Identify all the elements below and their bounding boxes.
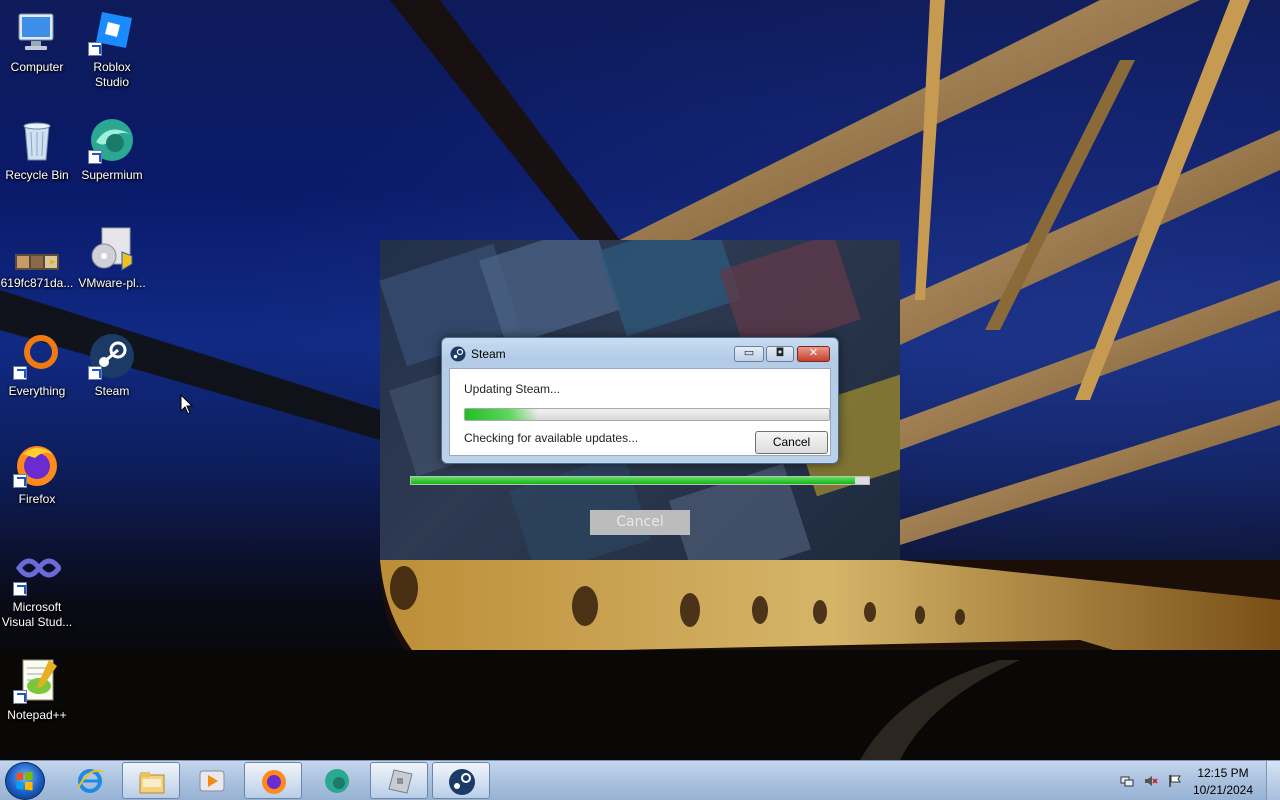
desktop-icon-label: Steam [94,384,130,398]
steam-icon [450,346,466,362]
roblox-studio-icon [88,8,136,56]
close-button[interactable]: ✕ [797,346,830,362]
desktop-icon-firefox[interactable]: Firefox [0,434,74,507]
taskbar: 12:15 PM 10/21/2024 [0,760,1280,800]
action-center-flag-icon[interactable] [1168,774,1182,788]
desktop-icon-label: VMware-pl... [78,276,146,290]
close-icon: ✕ [808,346,819,359]
show-desktop-button[interactable] [1266,761,1280,800]
shortcut-arrow-icon [88,366,102,380]
desktop-icon-image-file[interactable]: 619fc871da... [0,218,74,291]
desktop-icon-label: Notepad++ [7,708,67,722]
vmware-installer-icon [88,224,136,272]
steam-icon [449,769,475,795]
taskbar-internet-explorer[interactable] [61,762,119,799]
firefox-icon [262,770,286,794]
everything-search-icon [13,332,61,380]
taskbar-roblox[interactable] [370,762,428,799]
desktop-icon-vmware[interactable]: VMware-pl... [75,218,149,291]
desktop-icon-steam[interactable]: Steam [75,326,149,399]
desktop-icon-label: Recycle Bin [5,168,69,182]
taskbar-steam[interactable] [432,762,490,799]
minimize-button[interactable]: ▭ [734,346,764,362]
shortcut-arrow-icon [13,690,27,704]
taskbar-file-explorer[interactable] [122,762,180,799]
desktop-icon-label: Roblox Studio [93,60,131,89]
update-progress-bar [464,408,830,421]
network-icon[interactable] [1120,774,1134,788]
shortcut-arrow-icon [88,42,102,56]
dialog-content: Updating Steam... Checking for available… [449,368,831,456]
shortcut-arrow-icon [13,474,27,488]
mouse-cursor-icon [180,394,194,415]
desktop-icon-visual-studio[interactable]: Microsoft Visual Stud... [0,542,74,630]
shortcut-arrow-icon [88,150,102,164]
media-player-icon [199,770,225,792]
update-detail-label: Checking for available updates... [464,431,639,445]
desktop-icon-label: Microsoft Visual Stud... [1,600,73,629]
taskbar-firefox[interactable] [244,762,302,799]
notepad-plus-plus-icon [13,656,61,704]
maximize-button[interactable]: ◘ [766,346,794,362]
system-tray: 12:15 PM 10/21/2024 [1120,761,1280,800]
desktop-icon-supermium[interactable]: Supermium [75,110,149,183]
update-progress-fill [465,409,538,420]
clock-time[interactable]: 12:15 PM [1188,766,1258,780]
desktop-icon-label: Everything [8,384,66,398]
supermium-icon [88,116,136,164]
internet-explorer-icon [77,769,104,793]
roblox-icon [388,769,413,794]
image-file-icon [13,224,61,272]
steam-icon [88,332,136,380]
desktop-icon-computer[interactable]: Computer [0,2,74,75]
maximize-icon: ◘ [775,346,785,359]
recycle-bin-icon [13,116,61,164]
supermium-icon [325,769,349,793]
desktop-icon-label: Computer [10,60,64,74]
taskbar-media-player[interactable] [183,762,241,799]
desktop-icon-label: Supermium [81,168,143,182]
shortcut-arrow-icon [13,366,27,380]
splash-progress-fill [411,477,856,484]
desktop-icon-everything[interactable]: Everything [0,326,74,399]
steam-update-dialog: Steam ▭ ◘ ✕ Updating Steam... Checking f… [441,337,839,464]
desktop-icon-recycle-bin[interactable]: Recycle Bin [0,110,74,183]
taskbar-supermium[interactable] [308,762,366,799]
file-explorer-icon [139,772,165,794]
desktop-icon-roblox-studio[interactable]: Roblox Studio [75,2,149,90]
desktop-icon-notepad-plus-plus[interactable]: Notepad++ [0,650,74,723]
minimize-icon: ▭ [743,346,755,359]
firefox-icon [13,440,61,488]
clock-date[interactable]: 10/21/2024 [1188,783,1258,797]
dialog-titlebar[interactable]: Steam ▭ ◘ ✕ [442,338,838,368]
windows-logo-icon [16,771,33,791]
update-status-label: Updating Steam... [464,382,561,396]
volume-muted-icon[interactable] [1144,774,1158,788]
shortcut-arrow-icon [13,582,27,596]
start-button[interactable] [5,762,45,800]
dialog-title: Steam [471,347,506,361]
cancel-button[interactable]: Cancel [755,431,828,454]
desktop-icon-label: Firefox [18,492,56,506]
desktop-icon-label: 619fc871da... [0,276,74,290]
visual-studio-icon [13,548,63,596]
splash-cancel-button[interactable]: Cancel [590,510,690,535]
computer-icon [13,8,61,56]
splash-progress-bar [410,476,870,485]
